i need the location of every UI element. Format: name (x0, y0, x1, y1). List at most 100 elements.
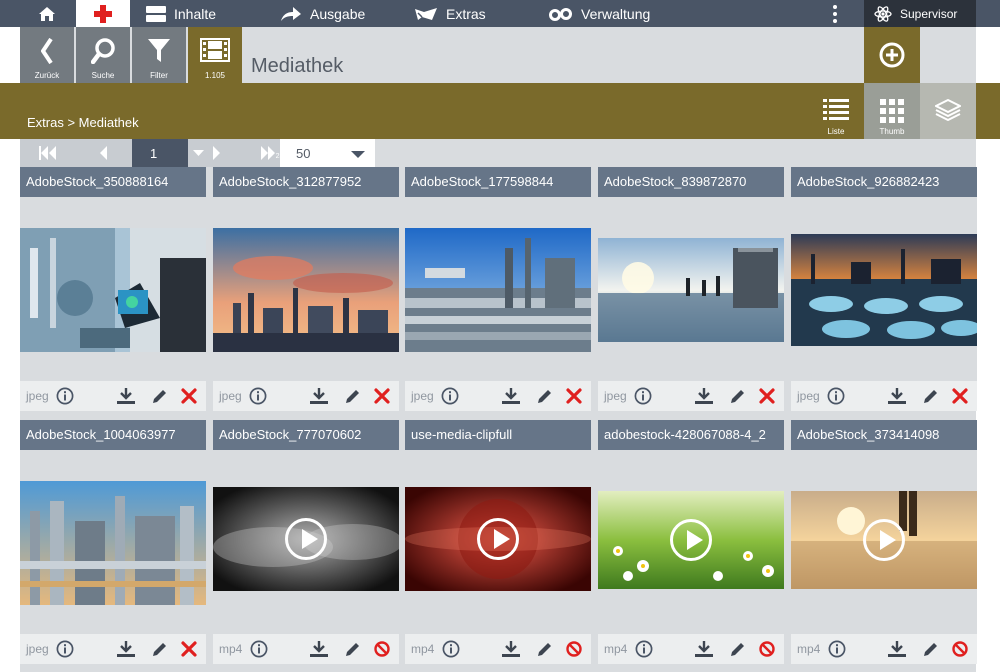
menu-ausgabe[interactable]: Ausgabe (280, 0, 365, 27)
media-thumbnail[interactable] (20, 228, 206, 352)
download-button[interactable] (117, 388, 135, 410)
edit-button[interactable] (922, 641, 939, 663)
delete-button[interactable] (181, 641, 197, 662)
media-type: mp4 (411, 642, 435, 656)
blocked-button[interactable] (566, 641, 582, 662)
info-button[interactable] (635, 640, 653, 663)
download-button[interactable] (695, 388, 713, 410)
info-button[interactable] (56, 387, 74, 410)
media-title[interactable]: adobestock-428067088-4_2 (598, 420, 784, 450)
download-button[interactable] (310, 388, 328, 410)
blocked-button[interactable] (759, 641, 775, 662)
download-button[interactable] (888, 641, 906, 663)
chevron-left-icon (41, 38, 53, 64)
media-card[interactable]: AdobeStock_177598844 jpeg (405, 167, 591, 411)
download-button[interactable] (502, 388, 520, 410)
search-button[interactable]: Suche (76, 27, 130, 83)
delete-button[interactable] (181, 388, 197, 409)
delete-button[interactable] (374, 388, 390, 409)
edit-button[interactable] (344, 388, 361, 410)
breadcrumb[interactable]: Extras > Mediathek (27, 115, 139, 130)
info-button[interactable] (250, 640, 268, 663)
menu-verwaltung[interactable]: Verwaltung (549, 0, 650, 27)
play-icon[interactable] (863, 519, 905, 561)
media-title[interactable]: AdobeStock_312877952 (213, 167, 399, 197)
media-thumbnail[interactable] (405, 228, 591, 352)
play-icon[interactable] (477, 518, 519, 560)
play-icon[interactable] (285, 518, 327, 560)
menu-inhalte[interactable]: Inhalte (146, 0, 216, 27)
edit-button[interactable] (536, 641, 553, 663)
media-title[interactable]: AdobeStock_839872870 (598, 167, 784, 197)
list-icon (823, 99, 849, 120)
media-card[interactable]: AdobeStock_777070602 mp4 (213, 420, 399, 664)
home-button[interactable] (20, 0, 74, 27)
download-button[interactable] (502, 641, 520, 663)
media-thumbnail[interactable] (20, 481, 206, 605)
view-stack-button[interactable] (920, 83, 976, 139)
media-title[interactable]: AdobeStock_1004063977 (20, 420, 206, 450)
media-thumbnail[interactable] (598, 238, 784, 342)
download-button[interactable] (695, 641, 713, 663)
media-thumbnail[interactable] (791, 234, 977, 346)
current-page-select[interactable]: 1 (132, 139, 204, 167)
info-button[interactable] (827, 387, 845, 410)
new-item-button[interactable] (76, 0, 130, 27)
edit-button[interactable] (151, 388, 168, 410)
media-title[interactable]: AdobeStock_373414098 (791, 420, 977, 450)
current-page: 1 (150, 145, 158, 161)
blocked-button[interactable] (374, 641, 390, 662)
edit-button[interactable] (922, 388, 939, 410)
media-footer: mp4 (213, 634, 399, 664)
view-thumb-button[interactable]: Thumb (864, 83, 920, 139)
page-size-value: 50 (296, 145, 311, 161)
info-button[interactable] (249, 387, 267, 410)
media-title[interactable]: AdobeStock_350888164 (20, 167, 206, 197)
download-button[interactable] (310, 641, 328, 663)
menu-extras[interactable]: Extras (414, 0, 486, 27)
edit-button[interactable] (729, 641, 746, 663)
user-menu[interactable]: Supervisor (864, 0, 976, 27)
pencil-icon (153, 643, 166, 656)
media-thumbnail[interactable] (213, 228, 399, 352)
play-icon[interactable] (670, 519, 712, 561)
edit-button[interactable] (151, 641, 168, 663)
media-card[interactable]: use-media-clipfull mp4 (405, 420, 591, 664)
media-title[interactable]: use-media-clipfull (405, 420, 591, 450)
info-button[interactable] (442, 640, 460, 663)
media-card[interactable]: AdobeStock_373414098 mp4 (791, 420, 977, 664)
delete-button[interactable] (566, 388, 582, 409)
media-card[interactable]: AdobeStock_1004063977 jpeg (20, 420, 206, 664)
media-title[interactable]: AdobeStock_177598844 (405, 167, 591, 197)
media-card[interactable]: AdobeStock_839872870 jpeg (598, 167, 784, 411)
media-card[interactable]: AdobeStock_926882423 jpeg (791, 167, 977, 411)
delete-button[interactable] (952, 388, 968, 409)
media-count-button[interactable]: 1.105 (188, 27, 242, 83)
first-page-button[interactable] (20, 139, 76, 167)
delete-button[interactable] (759, 388, 775, 409)
edit-button[interactable] (729, 388, 746, 410)
download-button[interactable] (888, 388, 906, 410)
media-title[interactable]: AdobeStock_926882423 (791, 167, 977, 197)
media-card[interactable]: AdobeStock_350888164 jpeg (20, 167, 206, 411)
download-button[interactable] (117, 641, 135, 663)
page-size-select[interactable]: 50 (280, 139, 375, 167)
info-button[interactable] (56, 640, 74, 663)
blocked-button[interactable] (952, 641, 968, 662)
add-media-button[interactable] (864, 27, 920, 83)
info-button[interactable] (828, 640, 846, 663)
filter-button[interactable]: Filter (132, 27, 186, 83)
back-button[interactable]: Zurück (20, 27, 74, 83)
media-card[interactable]: adobestock-428067088-4_2 mp4 (598, 420, 784, 664)
info-button[interactable] (441, 387, 459, 410)
edit-button[interactable] (344, 641, 361, 663)
edit-button[interactable] (536, 388, 553, 410)
view-list-button[interactable]: Liste (808, 83, 864, 139)
prev-page-button[interactable] (76, 139, 132, 167)
media-card[interactable]: AdobeStock_312877952 jpeg (213, 167, 399, 411)
media-count: 1.105 (204, 71, 226, 80)
media-preview-area (405, 197, 591, 381)
media-title[interactable]: AdobeStock_777070602 (213, 420, 399, 450)
info-button[interactable] (634, 387, 652, 410)
more-menu-button[interactable] (828, 0, 842, 27)
